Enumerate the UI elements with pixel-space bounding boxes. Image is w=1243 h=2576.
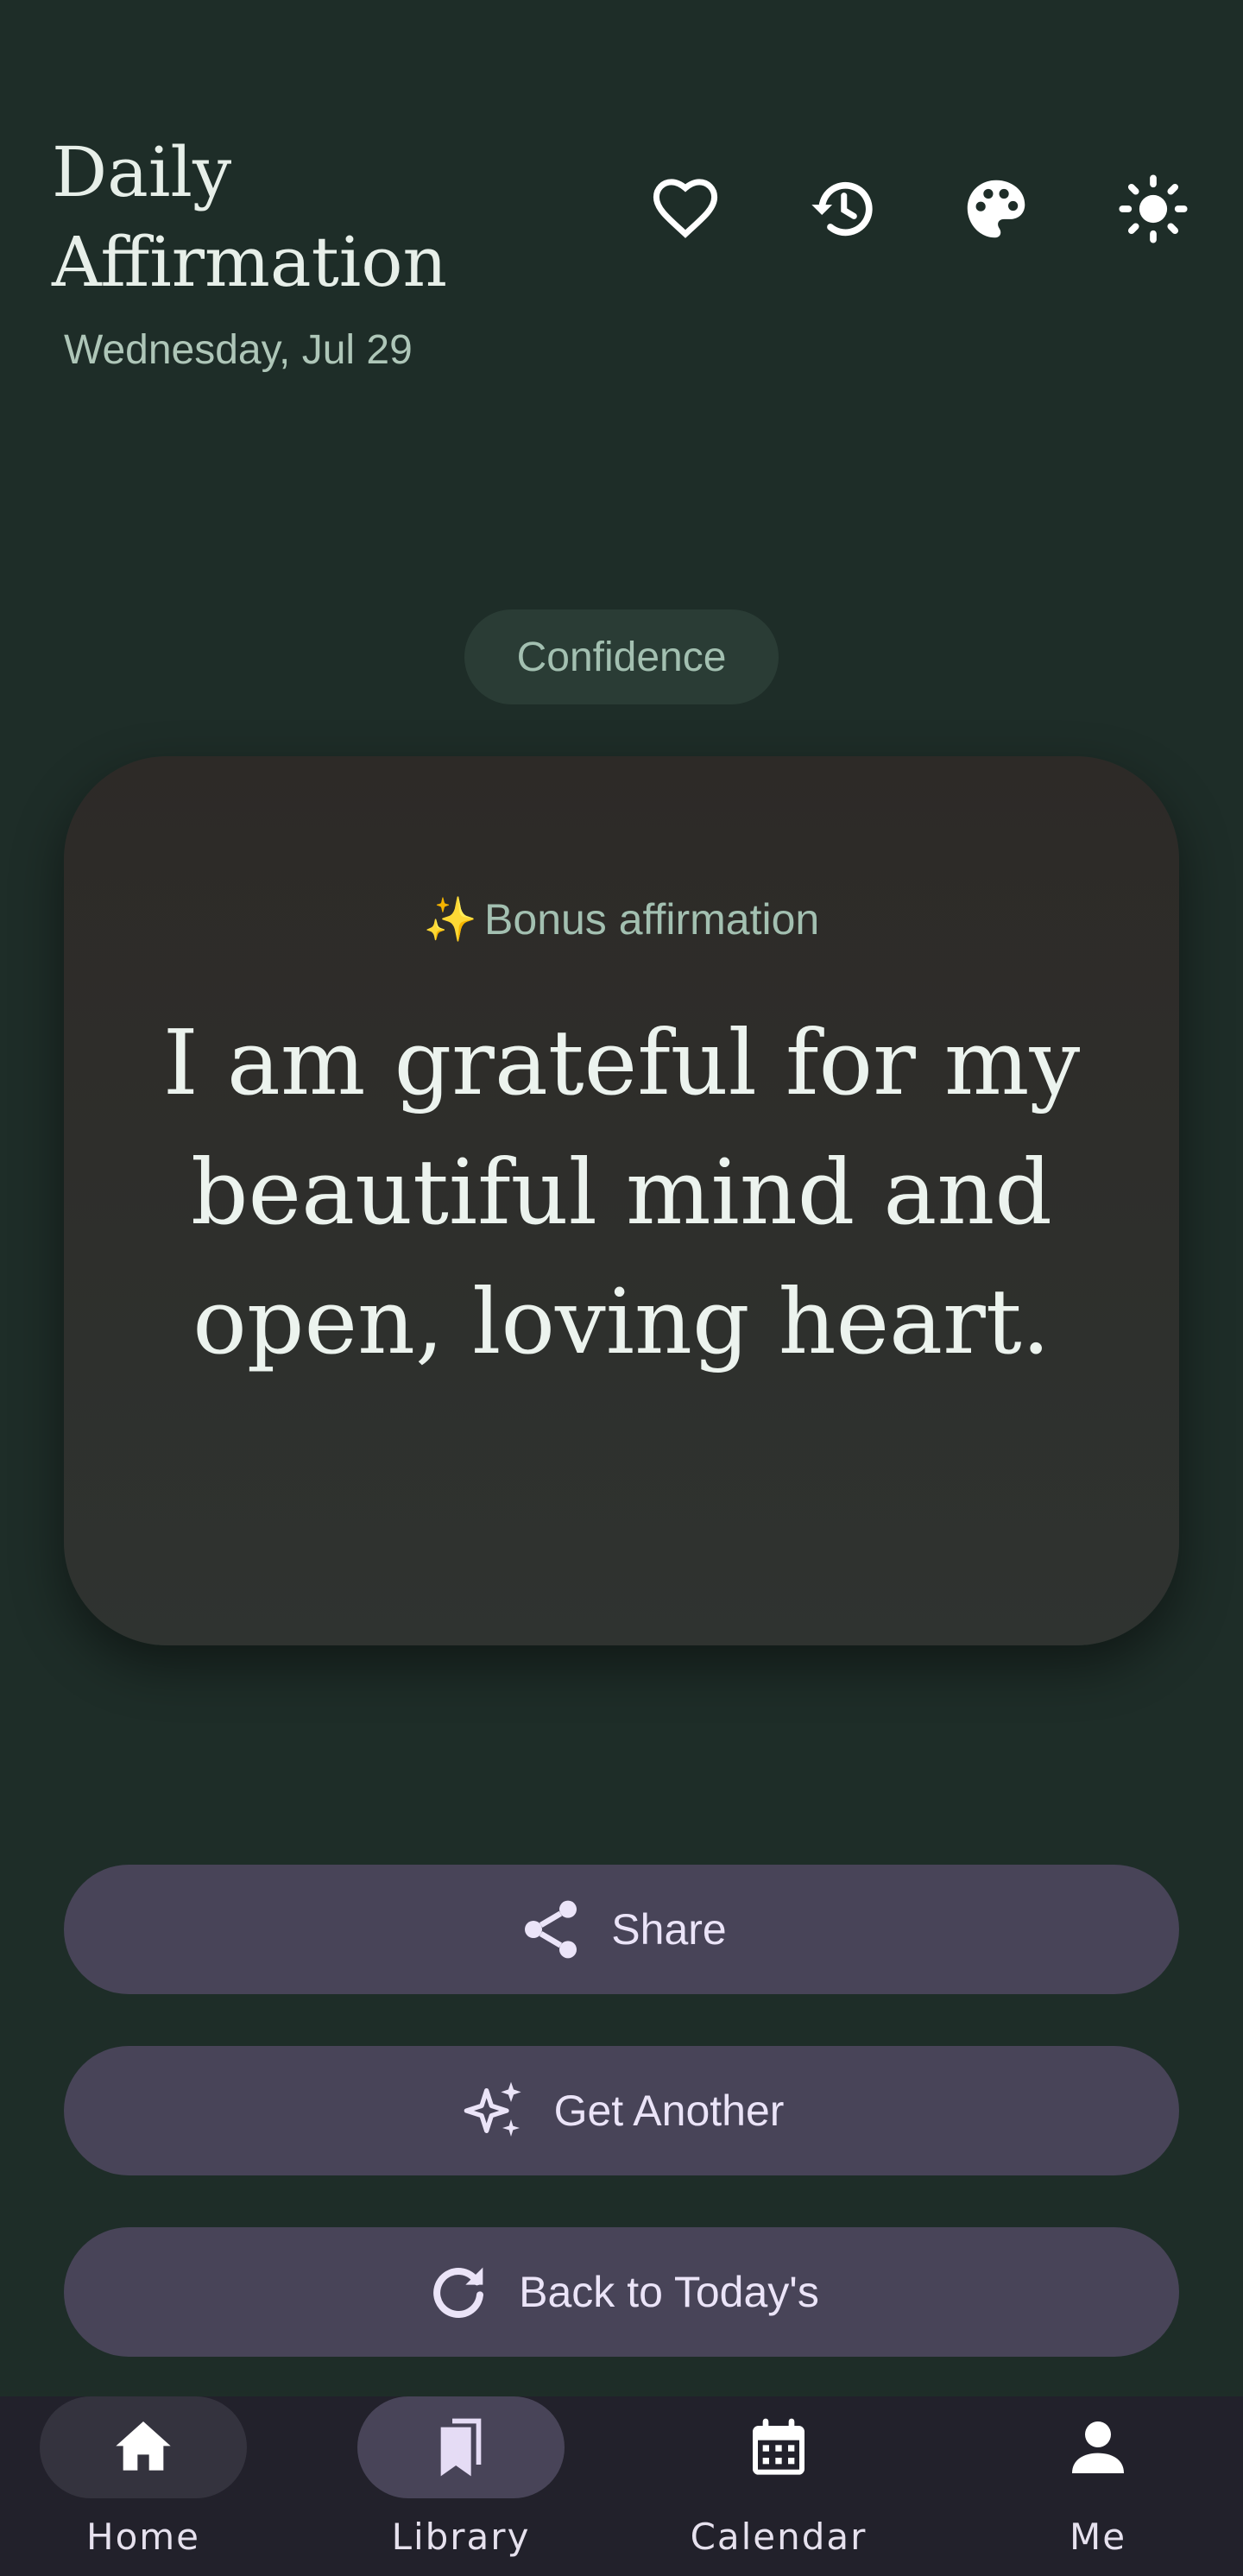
library-icon (440, 2418, 482, 2477)
category-chip[interactable]: Confidence (464, 609, 779, 704)
bonus-affirmation-label: ✨ Bonus affirmation (64, 894, 1179, 945)
bonus-label-text: Bonus affirmation (484, 895, 820, 944)
affirmation-card: ✨ Bonus affirmation I am grateful for my … (64, 756, 1179, 1645)
home-icon (116, 2421, 171, 2471)
nav-label-calendar: Calendar (690, 2516, 868, 2558)
nav-item-calendar[interactable]: Calendar (658, 2396, 899, 2576)
nav-pill-library (357, 2396, 565, 2498)
nav-label-library: Library (391, 2516, 531, 2558)
share-button[interactable]: Share (64, 1865, 1179, 1994)
calendar-icon (753, 2418, 804, 2475)
sparkle-icon (464, 2081, 521, 2137)
nav-item-home[interactable]: Home (22, 2396, 264, 2576)
brightness-toggle-button[interactable] (1110, 166, 1196, 252)
sparkles-icon: ✨ (423, 895, 478, 944)
nav-pill-calendar (675, 2396, 882, 2498)
back-to-today-label: Back to Today's (519, 2268, 819, 2316)
nav-label-me: Me (1069, 2516, 1127, 2558)
nav-label-home: Home (85, 2516, 201, 2558)
back-to-today-button[interactable]: Back to Today's (64, 2227, 1179, 2357)
get-another-label: Get Another (553, 2087, 785, 2135)
bottom-navigation: Home Library Calendar Me (0, 2396, 1243, 2576)
palette-icon (967, 180, 1025, 238)
history-button[interactable] (799, 166, 886, 252)
nav-item-library[interactable]: Library (340, 2396, 582, 2576)
share-icon (525, 1900, 577, 1959)
nav-pill-me (994, 2396, 1202, 2498)
app-title: Daily Affirmation (52, 132, 448, 302)
refresh-icon (433, 2267, 484, 2318)
theme-palette-button[interactable] (953, 166, 1039, 252)
favorites-button[interactable] (642, 166, 729, 252)
get-another-button[interactable]: Get Another (64, 2046, 1179, 2175)
share-label: Share (611, 1905, 727, 1954)
affirmation-text: I am grateful for my beautiful mind and … (162, 1010, 1081, 1374)
nav-pill-home (40, 2396, 247, 2498)
history-icon (811, 181, 873, 237)
current-date: Wednesday, Jul 29 (64, 327, 413, 373)
heart-icon (653, 179, 718, 238)
person-icon (1072, 2421, 1124, 2473)
brightness-icon (1119, 174, 1188, 243)
nav-item-me[interactable]: Me (977, 2396, 1219, 2576)
